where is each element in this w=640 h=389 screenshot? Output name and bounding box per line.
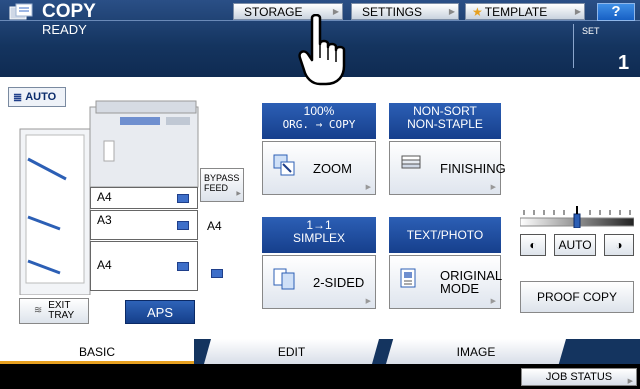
aps-button[interactable]: APS xyxy=(125,300,195,324)
main-panel: ≣ AUTO A4 A3 A4 BYPASS FEED ▶ A4 ≋ EXIT xyxy=(0,77,640,364)
finishing-info-2: NON-STAPLE xyxy=(407,117,483,131)
bypass-feed-button[interactable]: BYPASS FEED ▶ xyxy=(200,168,244,202)
tab-basic[interactable]: BASIC xyxy=(0,339,194,364)
zoom-icon xyxy=(273,154,295,176)
proof-copy-button[interactable]: PROOF COPY xyxy=(520,281,634,313)
job-status-label: JOB STATUS xyxy=(545,371,613,383)
app-title: COPY xyxy=(42,1,96,22)
zoom-ratio: 100% xyxy=(303,104,335,118)
duplex-icon xyxy=(273,268,295,290)
paper-icon xyxy=(211,269,223,278)
tab-bar: BASIC EDIT IMAGE xyxy=(0,339,640,364)
zoom-button[interactable]: ZOOM ▶ xyxy=(262,141,376,195)
tray-3-size: A4 xyxy=(97,258,112,272)
set-label: SET xyxy=(582,26,600,36)
template-button[interactable]: ★ TEMPLATE ▶ xyxy=(465,3,585,20)
arrow-right-icon: ▶ xyxy=(490,184,496,191)
storage-button-label: STORAGE xyxy=(244,4,303,19)
paper-icon xyxy=(177,194,189,203)
tray-3[interactable]: A4 xyxy=(90,241,198,291)
zoom-info: 100% ORG. → COPY xyxy=(262,103,376,139)
tray-1[interactable]: A4 xyxy=(90,187,198,209)
arrow-right-icon: ▶ xyxy=(490,298,496,305)
zoom-label: ZOOM xyxy=(313,160,352,176)
darker-icon: ◑ xyxy=(615,238,623,252)
template-button-label: TEMPLATE xyxy=(484,4,548,19)
original-mode-label-2: MODE xyxy=(440,281,479,296)
settings-button[interactable]: SETTINGS ▶ xyxy=(351,3,459,20)
density-darker-button[interactable]: ◑ xyxy=(604,234,634,256)
lighter-icon: ◐ xyxy=(529,238,537,252)
density-lighter-button[interactable]: ◐ xyxy=(520,234,546,256)
finishing-button[interactable]: FINISHING ▶ xyxy=(389,141,506,195)
tray-2[interactable]: A3 xyxy=(90,210,198,240)
arrow-right-icon: ▶ xyxy=(627,378,633,385)
finishing-icon xyxy=(401,155,421,169)
original-mode-value: TEXT/PHOTO xyxy=(406,228,484,242)
status-text: READY xyxy=(42,22,87,37)
hand-pointer-icon xyxy=(298,14,346,86)
arrow-right-icon: ▶ xyxy=(574,7,581,16)
duplex-info-2: SIMPLEX xyxy=(292,231,346,245)
zoom-direction: ORG. → COPY xyxy=(282,118,356,131)
help-button[interactable]: ? xyxy=(597,3,635,21)
bypass-label-1: BYPASS xyxy=(204,173,240,183)
density-auto-button[interactable]: AUTO xyxy=(554,234,596,256)
tab-edit[interactable]: EDIT xyxy=(204,339,379,364)
two-sided-label: 2-SIDED xyxy=(313,274,365,290)
paper-icon xyxy=(177,262,189,271)
two-sided-button[interactable]: 2-SIDED ▶ xyxy=(262,255,376,309)
arrow-right-icon: ▶ xyxy=(365,298,371,305)
paper-icon xyxy=(177,221,189,230)
original-mode-button[interactable]: ORIGINAL MODE ▶ xyxy=(389,255,502,309)
job-status-button[interactable]: JOB STATUS ▶ xyxy=(521,368,637,386)
original-mode-info: TEXT/PHOTO xyxy=(389,217,501,253)
copy-count: 1 xyxy=(618,52,630,74)
settings-button-label: SETTINGS xyxy=(362,4,423,19)
duplex-info: 1→1 SIMPLEX xyxy=(262,217,376,253)
tray-1-size: A4 xyxy=(97,190,112,204)
arrow-right-icon: ▶ xyxy=(365,184,371,191)
set-divider xyxy=(573,24,574,68)
star-icon: ★ xyxy=(472,4,483,19)
exit-tray-button[interactable]: ≋ EXIT TRAY xyxy=(19,298,89,324)
bypass-label-2: FEED xyxy=(204,183,229,193)
finishing-info: NON-SORT NON-STAPLE xyxy=(389,103,501,139)
tray-icon: ≋ xyxy=(33,305,43,316)
tray-2-size: A3 xyxy=(97,213,112,227)
density-slider[interactable] xyxy=(520,206,634,228)
exit-label-2: TRAY xyxy=(48,310,75,321)
bypass-size: A4 xyxy=(207,219,222,233)
copy-icon xyxy=(9,3,33,20)
arrow-right-icon: ▶ xyxy=(236,191,241,197)
tab-image[interactable]: IMAGE xyxy=(386,339,566,364)
arrow-right-icon: ▶ xyxy=(448,7,455,16)
original-mode-icon xyxy=(400,268,416,288)
